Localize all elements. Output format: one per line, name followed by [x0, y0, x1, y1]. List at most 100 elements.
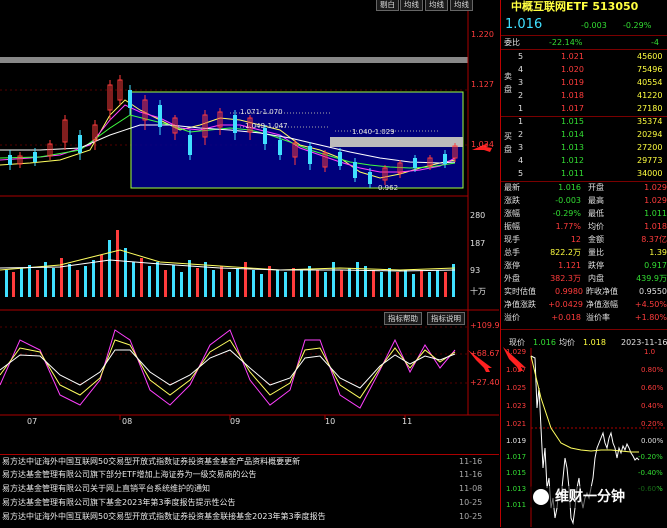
- ask-level: 2: [518, 91, 524, 100]
- intraday-right-tick: 1.0: [644, 348, 656, 356]
- webi-value: -22.14%: [549, 38, 583, 47]
- indicator-usage-button[interactable]: 指标说明: [427, 312, 465, 325]
- month-label: 09: [230, 417, 241, 426]
- stat-value: +1.80%: [634, 313, 667, 322]
- intraday-left-tick: 1.021: [506, 420, 527, 428]
- stat-value: 1.016: [558, 183, 581, 192]
- bid-volume: 20294: [637, 130, 663, 139]
- price-tick: 1.220: [471, 30, 494, 39]
- news-date: 11-16: [459, 457, 483, 466]
- bid-level: 2: [518, 130, 524, 139]
- intraday-left-tick: 1.025: [506, 384, 527, 392]
- toolbar-button-2[interactable]: 均线: [400, 0, 423, 11]
- kline-chart-area[interactable]: 剔白 均线 均线 均线 1.220 1.127 1.034 1.071-1.07…: [0, 0, 500, 455]
- stat-value: 1.77%: [555, 222, 581, 231]
- stat-value: 8.37亿: [641, 235, 667, 244]
- indicator-help-button[interactable]: 指标帮助: [384, 312, 422, 325]
- stat-label: 昨收净值: [586, 287, 618, 296]
- ask-volume: 41220: [637, 91, 663, 100]
- stat-value: 1.011: [644, 209, 667, 218]
- bid-price: 1.013: [561, 143, 584, 152]
- stat-label: 振幅: [504, 222, 520, 231]
- stat-label: 涨停: [504, 261, 520, 270]
- stat-label: 外盘: [504, 274, 520, 283]
- volume-unit: 十万: [470, 287, 486, 296]
- stat-value: +0.0429: [548, 300, 583, 309]
- bid-volume: 29773: [637, 156, 663, 165]
- news-date: 11-08: [459, 484, 483, 493]
- ask-price: 1.017: [561, 104, 584, 113]
- ask-level: 4: [518, 65, 524, 74]
- intraday-right-tick: -0.40%: [638, 469, 663, 477]
- quote-panel: 中概互联网ETF 513050 1.016 -0.003 -0.29% 委比 -…: [500, 0, 667, 527]
- kline-chart-svg: [0, 0, 499, 420]
- stat-label: 溢价率: [586, 313, 610, 322]
- bid-volume: 27200: [637, 143, 663, 152]
- intraday-right-tick: -0.20%: [638, 453, 663, 461]
- news-date: 10-25: [459, 498, 483, 507]
- ask-price: 1.021: [561, 52, 584, 61]
- ask-price: 1.018: [561, 91, 584, 100]
- stat-value: 1.121: [558, 261, 581, 270]
- ask-volume: 45600: [637, 52, 663, 61]
- news-title[interactable]: 易方达基金管理有限公司旗下部分ETF增加上海证券为一级交易商的公告: [2, 469, 257, 481]
- price-change: -0.003: [581, 21, 607, 30]
- news-title[interactable]: 易方达中证海外中国互联网50交易型开放式指数证券投资基金联接基金2023年第3季…: [2, 511, 326, 523]
- volume-tick: 187: [470, 239, 486, 248]
- box-label: 0.962: [378, 184, 399, 192]
- box-label: 1.071-1.070: [240, 108, 283, 116]
- stat-value: 439.9万: [636, 274, 667, 283]
- osc-tick: +68.67: [470, 349, 500, 358]
- box-label: 1.049-1.047: [245, 122, 288, 130]
- stat-label: 最高: [588, 196, 604, 205]
- ask-price: 1.020: [561, 65, 584, 74]
- intraday-left-tick: 1.023: [506, 402, 527, 410]
- bid-volume: 34000: [637, 169, 663, 178]
- stat-value: 12: [570, 235, 581, 244]
- bid-price: 1.012: [561, 156, 584, 165]
- month-label: 07: [27, 417, 38, 426]
- volume-tick: 280: [470, 211, 486, 220]
- stat-label: 内盘: [588, 274, 604, 283]
- month-label: 08: [122, 417, 133, 426]
- stat-value: 0.9980: [555, 287, 583, 296]
- ask-level: 3: [518, 78, 524, 87]
- bid-level: 5: [518, 169, 524, 178]
- intraday-left-tick: 1.013: [506, 485, 527, 493]
- stat-label: 总手: [504, 248, 520, 257]
- stat-label: 开盘: [588, 183, 604, 192]
- news-title[interactable]: 易方达基金管理有限公司旗下基金2023年第3季度报告提示性公告: [2, 497, 235, 509]
- stat-value: 0.917: [644, 261, 667, 270]
- intraday-avg-label: 均价: [559, 338, 575, 347]
- toolbar-button-4[interactable]: 均线: [450, 0, 473, 11]
- news-title[interactable]: 易方达中证海外中国互联网50交易型开放式指数证券投资基金基金产品资料概要更新: [2, 456, 300, 468]
- bid-price: 1.011: [561, 169, 584, 178]
- box-label: 1.040-1.029: [352, 128, 395, 136]
- news-title[interactable]: 易方达基金管理有限公司关于网上直销平台系统维护的通知: [2, 483, 210, 495]
- toolbar-button-3[interactable]: 均线: [425, 0, 448, 11]
- wechat-icon: [533, 489, 549, 505]
- intraday-left-tick: 1.019: [506, 437, 527, 445]
- buy-side-label: 买盘: [504, 132, 512, 154]
- ask-volume: 75496: [637, 65, 663, 74]
- intraday-left-tick: 1.015: [506, 469, 527, 477]
- intraday-right-tick: 0.80%: [641, 366, 664, 374]
- stat-value: 1.029: [644, 183, 667, 192]
- stat-label: 金额: [588, 235, 604, 244]
- toolbar-button-1[interactable]: 剔白: [376, 0, 399, 11]
- watermark: 维财一分钟: [529, 486, 659, 508]
- intraday-avg: 1.018: [583, 338, 606, 347]
- intraday-right-tick: 0.00%: [641, 437, 664, 445]
- stat-value: 1.39: [649, 248, 667, 257]
- stat-value: 822.2万: [550, 248, 581, 257]
- news-date: 10-25: [459, 512, 483, 521]
- ask-level: 1: [518, 104, 524, 113]
- intraday-price: 1.016: [533, 338, 556, 347]
- price-tick: 1.034: [471, 140, 494, 149]
- webi-label: 委比: [504, 38, 520, 47]
- stat-value: 1.029: [644, 196, 667, 205]
- bid-level: 1: [518, 117, 524, 126]
- intraday-right-tick: 0.20%: [641, 420, 664, 428]
- sell-side-label: 卖盘: [504, 72, 512, 94]
- ask-volume: 40554: [637, 78, 663, 87]
